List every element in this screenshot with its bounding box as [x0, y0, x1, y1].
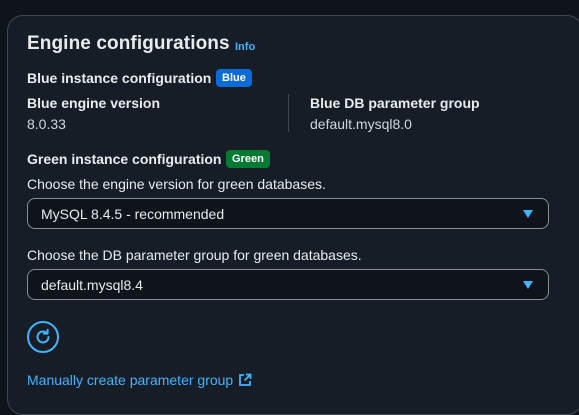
green-param-group-select[interactable]: default.mysql8.4: [27, 269, 549, 300]
caret-down-icon: [523, 281, 533, 289]
manually-create-parameter-group-link[interactable]: Manually create parameter group: [27, 372, 252, 388]
refresh-button[interactable]: [27, 321, 59, 353]
blue-param-group-label: Blue DB parameter group: [310, 95, 480, 111]
external-link-icon: [239, 373, 252, 386]
blue-engine-version-value: 8.0.33: [27, 116, 66, 132]
manually-create-link-label: Manually create parameter group: [27, 372, 234, 388]
green-engine-version-description: Choose the engine version for green data…: [27, 176, 326, 192]
caret-down-icon: [523, 210, 533, 218]
green-param-group-description: Choose the DB parameter group for green …: [27, 247, 362, 263]
green-engine-version-select[interactable]: MySQL 8.4.5 - recommended: [27, 198, 549, 229]
blue-section-label: Blue instance configuration: [27, 70, 212, 86]
blue-engine-version-label: Blue engine version: [27, 95, 161, 111]
blue-param-group-value: default.mysql8.0: [310, 116, 412, 132]
column-divider: [288, 94, 289, 132]
green-badge: Green: [226, 150, 270, 168]
green-section-label: Green instance configuration: [27, 151, 222, 167]
green-engine-version-selected: MySQL 8.4.5 - recommended: [41, 206, 225, 222]
panel-title: Engine configurations: [27, 33, 230, 54]
info-link[interactable]: Info: [235, 41, 255, 53]
green-param-group-selected: default.mysql8.4: [41, 277, 143, 293]
blue-badge: Blue: [216, 69, 252, 87]
refresh-icon: [36, 328, 50, 344]
